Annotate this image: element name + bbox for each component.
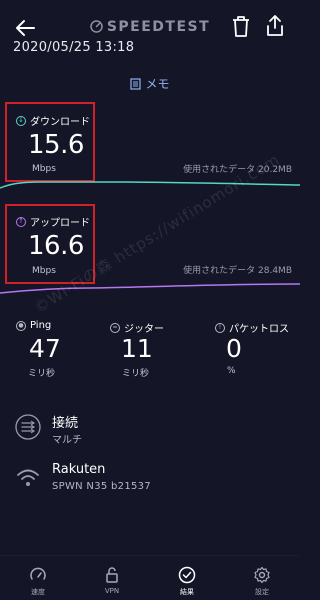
packet-loss-unit: % bbox=[227, 366, 236, 376]
bottom-nav: 速度 VPN 結果 設定 bbox=[0, 555, 300, 600]
connection-title: 接続 bbox=[52, 416, 79, 431]
packet-loss-value: 0 bbox=[226, 334, 242, 363]
packet-loss-label: パケットロス bbox=[229, 324, 289, 335]
network-provider: Rakuten bbox=[52, 462, 106, 477]
memo-button[interactable]: メモ bbox=[0, 75, 300, 92]
download-label: ダウンロード bbox=[30, 117, 90, 128]
test-datetime: 2020/05/25 13:18 bbox=[13, 40, 135, 55]
speedometer-icon bbox=[30, 567, 46, 580]
trash-icon[interactable] bbox=[230, 14, 252, 40]
nav-item-speed[interactable]: 速度 bbox=[8, 566, 68, 597]
brand-text: SPEEDTEST bbox=[106, 19, 211, 35]
multi-connection-icon bbox=[15, 414, 41, 440]
download-speed-value: 15.6 bbox=[28, 130, 84, 160]
nav-label-vpn: VPN bbox=[104, 587, 120, 595]
connection-type: マルチ bbox=[52, 435, 82, 446]
nav-label-results: 結果 bbox=[180, 588, 194, 596]
jitter-value: 11 bbox=[121, 334, 153, 363]
ping-value: 47 bbox=[29, 334, 61, 363]
ping-icon: ● bbox=[16, 320, 26, 331]
memo-icon bbox=[130, 78, 142, 90]
packet-loss-icon: ! bbox=[215, 322, 225, 333]
nav-item-settings[interactable]: 設定 bbox=[232, 566, 292, 597]
nav-item-vpn[interactable]: VPN bbox=[82, 566, 142, 595]
nav-label-speed: 速度 bbox=[31, 588, 45, 596]
check-circle-icon bbox=[178, 566, 196, 584]
network-details: SPWN N35 b21537 bbox=[52, 481, 151, 492]
gear-icon bbox=[254, 566, 270, 584]
memo-label: メモ bbox=[145, 77, 170, 91]
jitter-icon: ≈ bbox=[110, 322, 120, 333]
lock-icon bbox=[106, 567, 118, 583]
speedtest-logo-icon bbox=[90, 20, 103, 33]
share-icon[interactable] bbox=[264, 13, 286, 39]
upload-arrow-icon: ↑ bbox=[16, 216, 26, 227]
brand-title: SPEEDTEST bbox=[0, 19, 300, 35]
wifi-icon bbox=[17, 469, 39, 486]
upload-speed-value: 16.6 bbox=[28, 231, 84, 261]
download-arrow-icon: ↓ bbox=[16, 115, 26, 126]
ping-label: Ping bbox=[30, 320, 52, 331]
nav-label-settings: 設定 bbox=[255, 588, 269, 596]
jitter-label: ジッター bbox=[124, 324, 164, 335]
ping-header: ● Ping bbox=[16, 320, 51, 331]
upload-header: ↑ アップロード bbox=[16, 214, 90, 229]
nav-item-results[interactable]: 結果 bbox=[157, 566, 217, 597]
ping-unit: ミリ秒 bbox=[28, 369, 56, 379]
jitter-unit: ミリ秒 bbox=[122, 369, 150, 379]
upload-label: アップロード bbox=[30, 218, 90, 229]
jitter-header: ≈ ジッター bbox=[110, 320, 164, 335]
download-header: ↓ ダウンロード bbox=[16, 113, 90, 128]
packet-loss-header: ! パケットロス bbox=[215, 320, 289, 335]
